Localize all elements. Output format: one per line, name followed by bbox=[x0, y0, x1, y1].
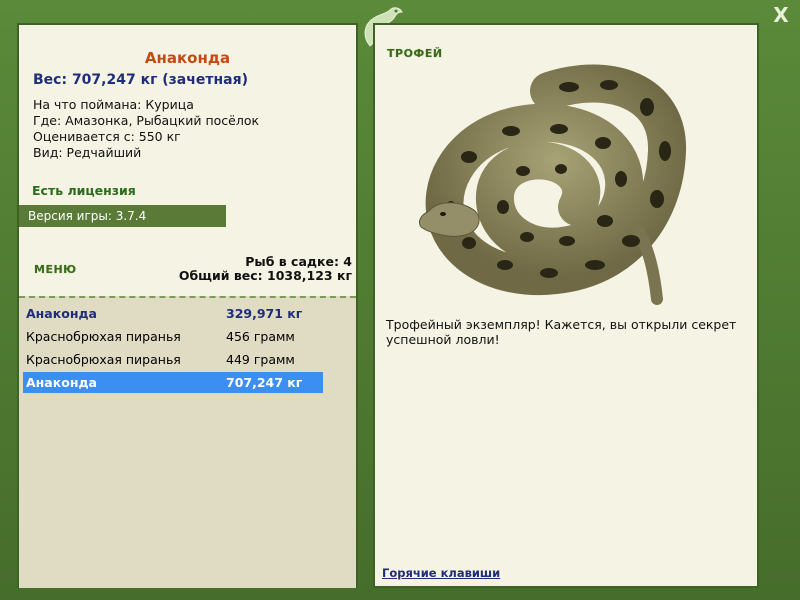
license-status: Есть лицензия bbox=[32, 183, 136, 198]
close-button[interactable]: X bbox=[770, 4, 792, 26]
catch-weight: 329,971 кг bbox=[226, 306, 303, 321]
list-item[interactable]: Анаконда 329,971 кг bbox=[23, 303, 323, 324]
catch-name: Анаконда bbox=[26, 306, 97, 321]
keepnet-count: Рыб в садке: 4 bbox=[245, 254, 352, 269]
trophy-panel: ТРОФЕЙ Трофейный экземпляр! Кажется, вы … bbox=[373, 23, 759, 588]
catch-weight: 707,247 кг bbox=[226, 375, 303, 390]
catch-weight: 449 грамм bbox=[226, 352, 295, 367]
catch-name: Краснобрюхая пиранья bbox=[26, 329, 181, 344]
catch-name: Краснобрюхая пиранья bbox=[26, 352, 181, 367]
trophy-message: Трофейный экземпляр! Кажется, вы открыли… bbox=[386, 317, 737, 347]
list-item[interactable]: Краснобрюхая пиранья 449 грамм bbox=[23, 349, 323, 370]
location-info: Где: Амазонка, Рыбацкий посёлок bbox=[33, 113, 260, 128]
anaconda-image bbox=[418, 64, 686, 305]
hotkeys-link[interactable]: Горячие клавиши bbox=[382, 566, 500, 580]
bait-info: На что поймана: Курица bbox=[33, 97, 194, 112]
fish-name: Анаконда bbox=[144, 49, 231, 67]
keepnet-total-weight: Общий вес: 1038,123 кг bbox=[178, 268, 352, 283]
catch-list: Анаконда 329,971 кг Краснобрюхая пиранья… bbox=[19, 296, 356, 588]
fish-info-panel: Анаконда Вес: 707,247 кг (зачетная) На ч… bbox=[17, 23, 358, 588]
fish-weight: Вес: 707,247 кг (зачетная) bbox=[33, 72, 248, 88]
menu-button[interactable]: МЕНЮ bbox=[34, 263, 77, 276]
rarity-info: Вид: Редчайший bbox=[33, 145, 142, 160]
catch-name: Анаконда bbox=[26, 375, 97, 390]
game-version: Версия игры: 3.7.4 bbox=[19, 205, 226, 227]
catch-weight: 456 грамм bbox=[226, 329, 295, 344]
list-item[interactable]: Краснобрюхая пиранья 456 грамм bbox=[23, 326, 323, 347]
value-info: Оценивается с: 550 кг bbox=[33, 129, 181, 144]
trophy-label: ТРОФЕЙ bbox=[387, 47, 443, 60]
list-item-selected[interactable]: Анаконда 707,247 кг bbox=[23, 372, 323, 393]
